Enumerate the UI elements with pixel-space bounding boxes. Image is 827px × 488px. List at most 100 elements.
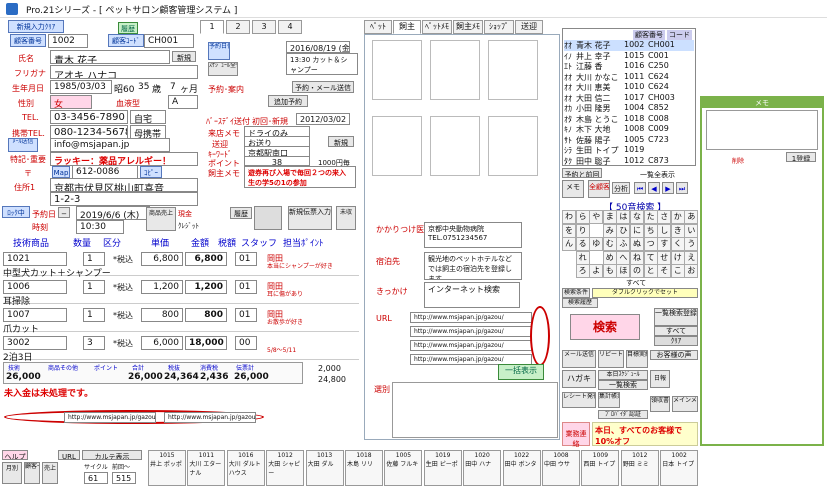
qty-field[interactable]: 1	[83, 252, 105, 266]
tab-owner-memo[interactable]: 飼主ﾒﾓ	[453, 20, 483, 34]
tab-page-4[interactable]: 4	[278, 20, 302, 34]
recent-visit-cell[interactable]: 1019 生田 ピーポ	[423, 450, 462, 486]
table-row[interactable]: 1006 1 *税込 1,200 1,200 01 岡田 耳に傷があり 耳掃除	[3, 280, 359, 307]
all-customers-button[interactable]: 全顧客	[588, 180, 610, 198]
recent-visit-cell[interactable]: 1020 田中 ハナ	[463, 450, 502, 486]
zip-lookup-button[interactable]: Map	[52, 166, 70, 178]
qty-field[interactable]: 1	[83, 308, 105, 322]
recent-visit-cell[interactable]: 1009 西田 トイプ	[581, 450, 620, 486]
list-item[interactable]: ｷﾉ 木下 大地 1008 C009	[564, 124, 694, 135]
kana-button[interactable]: こ	[670, 264, 685, 279]
tab-page-2[interactable]: 2	[226, 20, 250, 34]
price-field[interactable]: 6,000	[141, 336, 183, 350]
kana-button[interactable]: つ	[643, 237, 658, 252]
url-field-b[interactable]: http://www.msjapan.jp/gazou/	[410, 326, 532, 337]
item-code[interactable]: 1007	[3, 308, 67, 322]
new-slip-button[interactable]: 新規伝票入力	[288, 206, 332, 230]
daily-report-button[interactable]: 日報	[650, 370, 670, 388]
schedule-today-button[interactable]: 本日ｽｹｼﾞｭｰﾙ	[598, 370, 648, 380]
email-field[interactable]: info@msjapan.jp	[50, 138, 170, 152]
card-display-button[interactable]: カルテ表示	[82, 450, 142, 460]
kana-button[interactable]: う	[684, 237, 699, 252]
unpaid-button[interactable]: 未収	[336, 206, 356, 230]
recent-visit-cell[interactable]: 1002 日本 トイプ	[660, 450, 699, 486]
auth-button[interactable]: ﾌﾟﾛﾊﾞｲﾀﾞ認証	[598, 410, 648, 419]
item-code[interactable]: 1006	[3, 280, 67, 294]
first-record-icon[interactable]: ⏮	[634, 182, 646, 194]
customer-no-field[interactable]: 1002	[48, 34, 88, 48]
list-item[interactable]: ｻﾄ 佐藤 陽子 1005 C723	[564, 135, 694, 146]
kana-button[interactable]: き	[670, 223, 685, 238]
next-record-icon[interactable]: ▶	[662, 182, 674, 194]
zip-field[interactable]: 612-0086	[72, 165, 138, 179]
kana-button[interactable]: に	[630, 223, 644, 238]
price-field[interactable]: 800	[141, 308, 183, 322]
lock-tag[interactable]: ﾛｯｸ中	[2, 206, 30, 218]
credit-radio[interactable]: ｸﾚｼﾞｯﾄ	[178, 221, 199, 231]
kana-button[interactable]: る	[575, 237, 590, 252]
add-reservation-button[interactable]: 追加予約	[268, 95, 308, 107]
staff-code[interactable]: 00	[235, 336, 257, 350]
kana-button[interactable]: ろ	[575, 264, 590, 279]
url-button[interactable]: URL	[58, 450, 80, 460]
kana-button[interactable]: く	[670, 237, 685, 252]
list-item[interactable]: ｵﾀ 木島 とうこ 1018 C008	[564, 114, 694, 125]
relation-box[interactable]	[392, 382, 558, 438]
receipt-button[interactable]: レシート発行	[562, 392, 596, 408]
schedule-button[interactable]: ｽｹｼﾞｭｰﾙ全体	[208, 62, 238, 76]
qty-field[interactable]: 3	[83, 336, 105, 350]
tel-type-select[interactable]: 自宅	[130, 110, 166, 124]
email-send-button[interactable]: ﾒｰﾙ送信	[8, 138, 38, 152]
list-item[interactable]: ｲﾉ 井上 幸子 1015 C001	[564, 51, 694, 62]
birthday-date[interactable]: 2012/03/02	[296, 113, 350, 125]
tab-shop[interactable]: ｼｮｯﾌﾟ	[484, 20, 514, 34]
tab-page-3[interactable]: 3	[252, 20, 276, 34]
staff-code[interactable]: 01	[235, 252, 257, 266]
table-row[interactable]: 1021 1 *税込 6,800 6,800 01 岡田 本当にシャンプーが好き…	[3, 252, 359, 279]
kana-button[interactable]: て	[643, 250, 658, 265]
list-item[interactable]: ｵｵ 大田 信二 1017 CH003	[564, 93, 694, 104]
postcard-button[interactable]: ハガキ	[562, 370, 596, 388]
list-item[interactable]: ｵｵ 青木 花子 1002 CH001	[564, 40, 694, 51]
kana-button[interactable]: し	[657, 223, 672, 238]
kana-button[interactable]: あ	[684, 210, 699, 224]
list-item[interactable]: ｴﾄ 江藤 香 1016 C250	[564, 61, 694, 72]
blood-select[interactable]: A	[168, 95, 198, 109]
kana-button[interactable]: ね	[630, 250, 644, 265]
mobile-field[interactable]: 080-1234-5678	[50, 125, 128, 139]
kana-button[interactable]: め	[602, 250, 617, 265]
note-field[interactable]: ラッキー：薬品アレルギー！	[50, 152, 198, 166]
mobile-type-select[interactable]: 母携帯	[130, 125, 166, 139]
url-field-a[interactable]: http://www.msjapan.jp/gazou/	[410, 312, 532, 323]
recent-visit-cell[interactable]: 1012 大田 シャピー	[266, 450, 305, 486]
list-all-toggle[interactable]: 一覧全表示	[640, 170, 675, 180]
recent-visit-cell[interactable]: 1008 中田 ウサ	[542, 450, 580, 486]
recent-visit-cell[interactable]: 1013 大田 ダル	[305, 450, 344, 486]
reservation-detail[interactable]: 13:30 カット＆シャンプー	[286, 53, 358, 75]
last-record-icon[interactable]: ⏭	[676, 182, 688, 194]
kana-button[interactable]: お	[684, 264, 699, 279]
tab-owner[interactable]: 飼主	[393, 20, 421, 34]
new-customer-button[interactable]: 新規入力ｸﾘｱ	[8, 20, 64, 33]
recent-visit-cell[interactable]: 1015 井上 ポッポ	[148, 450, 186, 486]
tab-pet[interactable]: ﾍﾟｯﾄ	[364, 20, 392, 34]
customer-list-button[interactable]: 顧客一覧	[24, 462, 40, 484]
kana-button[interactable]: ち	[643, 223, 658, 238]
tab-page-1[interactable]: 1	[200, 20, 224, 34]
all-search-button[interactable]: すべて	[654, 326, 698, 336]
kana-button[interactable]: も	[602, 264, 617, 279]
name-field[interactable]: 青木 花子	[50, 50, 170, 64]
search-button[interactable]: 検索	[570, 314, 640, 340]
clear-button[interactable]: ｸﾘｱ	[654, 336, 698, 346]
kana-button[interactable]: ひ	[616, 223, 631, 238]
list-item[interactable]: ｵｶ 小田 隆男 1004 C852	[564, 103, 694, 114]
receipt2-button[interactable]: 領収書	[650, 396, 670, 412]
main-menu-button[interactable]: メインメニューへ	[672, 396, 698, 412]
owner-memo[interactable]: 遊券再び入場で毎回２つの来入生の学5の1の参加	[244, 166, 356, 188]
list-item[interactable]: ﾀｸ 田中 聡子 1012 C873	[564, 156, 694, 167]
tel-field[interactable]: 03-3456-7890	[50, 110, 128, 124]
kana-button[interactable]: ん	[562, 237, 576, 252]
schedule-list-button[interactable]: 一覧検索	[598, 380, 648, 390]
cash-radio[interactable]: 現金	[178, 209, 192, 219]
prev-record-icon[interactable]: ◀	[648, 182, 660, 194]
